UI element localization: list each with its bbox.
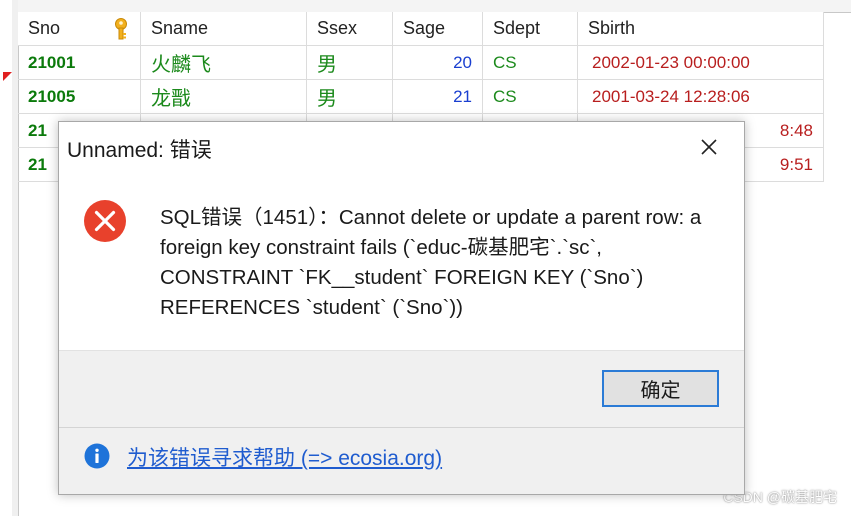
cell-sdept[interactable]: CS [483,46,578,79]
dialog-button-area: 确定 [59,350,744,427]
cell-sname[interactable]: 火麟飞 [141,46,307,79]
col-header-sno[interactable]: Sno [18,12,141,45]
current-row-marker [3,72,12,81]
cell-sno[interactable]: 21005 [18,80,141,113]
table-row[interactable]: 21001 火麟飞 男 20 CS 2002-01-23 00:00:00 [18,46,824,80]
info-icon [84,443,110,469]
cell-sbirth[interactable]: 2001-03-24 12:28:06 [578,80,824,113]
cell-ssex[interactable]: 男 [307,46,393,79]
key-icon [115,18,127,40]
dialog-footer: 为该错误寻求帮助 (=> ecosia.org) [59,427,744,494]
col-header-sdept[interactable]: Sdept [483,12,578,45]
dialog-body: SQL错误（1451）：Cannot delete or update a pa… [59,176,744,350]
cell-sage[interactable]: 21 [393,80,483,113]
table-row[interactable]: 21005 龙戬 男 21 CS 2001-03-24 12:28:06 [18,80,824,114]
close-icon[interactable] [696,134,722,160]
error-message: SQL错误（1451）：Cannot delete or update a pa… [160,206,702,319]
help-link[interactable]: 为该错误寻求帮助 (=> ecosia.org) [127,442,442,472]
col-header-sbirth[interactable]: Sbirth [578,12,824,45]
error-icon [84,200,126,242]
dialog-title-bar[interactable]: Unnamed: 错误 [59,122,744,176]
cell-sdept[interactable]: CS [483,80,578,113]
ok-button[interactable]: 确定 [602,370,719,407]
cell-sage[interactable]: 20 [393,46,483,79]
col-header-ssex[interactable]: Ssex [307,12,393,45]
col-header-sname[interactable]: Sname [141,12,307,45]
grid-header: Sno Sname Ssex Sage Sdept Sbirth [18,12,824,46]
cell-sno[interactable]: 21001 [18,46,141,79]
col-header-sage[interactable]: Sage [393,12,483,45]
cell-sname[interactable]: 龙戬 [141,80,307,113]
error-dialog: Unnamed: 错误 SQL错误（1451）：Cannot delete or… [58,121,745,495]
dialog-title: Unnamed: 错误 [67,139,212,162]
cell-sbirth[interactable]: 2002-01-23 00:00:00 [578,46,824,79]
cell-ssex[interactable]: 男 [307,80,393,113]
